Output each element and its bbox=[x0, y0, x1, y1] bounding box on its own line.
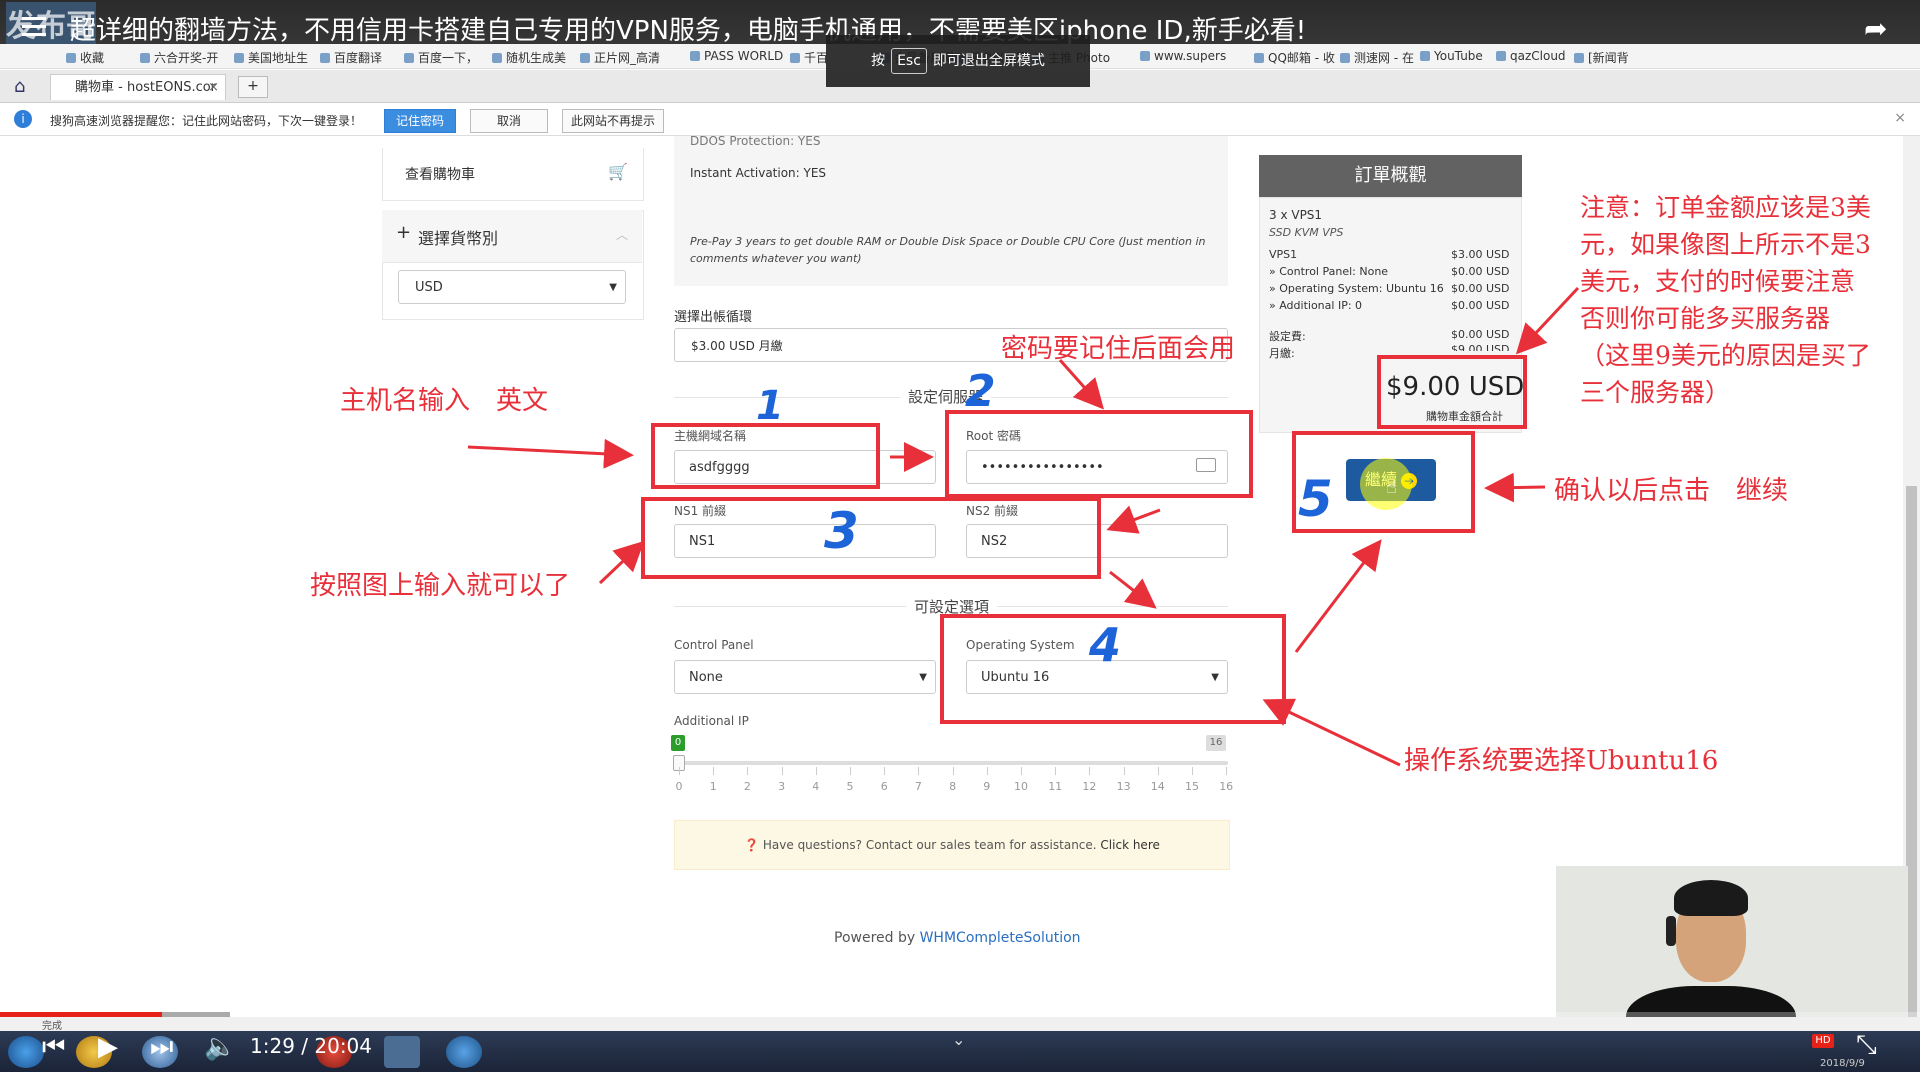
annotation-amount-line: （这里9美元的原因是买了 bbox=[1580, 341, 1871, 370]
annotation-amount-line: 注意：订单金额应该是3美 bbox=[1580, 193, 1871, 222]
annotation-ns: 按照图上输入就可以了 bbox=[310, 571, 571, 601]
video-date: 2018/9/9 bbox=[1820, 1058, 1865, 1069]
arrow-password bbox=[1058, 359, 1104, 410]
annotation-amount-line: 美元，支付的时候要注意 bbox=[1580, 267, 1856, 296]
video-progress-fill bbox=[0, 1012, 162, 1017]
annotation-amount-line: 元，如果像图上所示不是3 bbox=[1580, 230, 1871, 259]
arrow-continue bbox=[1484, 472, 1546, 503]
video-progress-bar[interactable] bbox=[0, 1012, 1920, 1017]
arrow-ns bbox=[598, 540, 645, 585]
presenter-hair bbox=[1674, 880, 1748, 916]
status-text: 完成 bbox=[42, 1021, 62, 1032]
annotation-amount-line: 否则你可能多买服务器 bbox=[1580, 304, 1831, 333]
arrow-to-os bbox=[1109, 570, 1157, 609]
annotation-os: 操作系统要选择Ubuntu16 bbox=[1404, 746, 1719, 776]
annotation-confirm: 确认以后点击 继续 bbox=[1554, 476, 1789, 506]
arrow-os bbox=[1262, 698, 1401, 767]
start-icon[interactable] bbox=[8, 1036, 44, 1068]
video-buffer-bar bbox=[162, 1012, 230, 1017]
step-number-4: 4 bbox=[1089, 618, 1122, 672]
volume-icon[interactable]: 🔈 bbox=[204, 1032, 236, 1062]
chevron-down-icon[interactable]: ⌄ bbox=[952, 1030, 965, 1049]
video-timecode: 1:29 / 20:04 bbox=[250, 1034, 373, 1058]
arrow-to-continue bbox=[1294, 539, 1382, 653]
arrow-ns2 bbox=[1106, 505, 1161, 534]
app-icon[interactable] bbox=[446, 1036, 482, 1068]
next-icon[interactable]: ⏭ bbox=[150, 1032, 173, 1063]
hd-badge: HD bbox=[1812, 1034, 1834, 1048]
step-number-1: 1 bbox=[756, 383, 784, 429]
annotation-amount-line: 三个服务器） bbox=[1580, 378, 1731, 407]
arrow-total bbox=[1515, 286, 1580, 355]
headset bbox=[1666, 916, 1676, 946]
step-number-2: 2 bbox=[965, 366, 996, 417]
play-icon[interactable]: ▶ bbox=[98, 1032, 118, 1062]
window-app-icon[interactable] bbox=[384, 1036, 420, 1068]
step-number-5: 5 bbox=[1298, 470, 1333, 528]
annotation-hostname: 主机名输入 英文 bbox=[340, 386, 549, 416]
browser-status-bar: 完成 bbox=[0, 1017, 1920, 1032]
exit-fullscreen-icon[interactable]: ⤡ bbox=[1856, 1030, 1877, 1061]
previous-icon[interactable]: ⏮ bbox=[42, 1032, 65, 1063]
step-number-3: 3 bbox=[824, 502, 859, 560]
arrow-hostname bbox=[467, 438, 634, 469]
annotation-password: 密码要记住后面会用 bbox=[1001, 334, 1236, 364]
